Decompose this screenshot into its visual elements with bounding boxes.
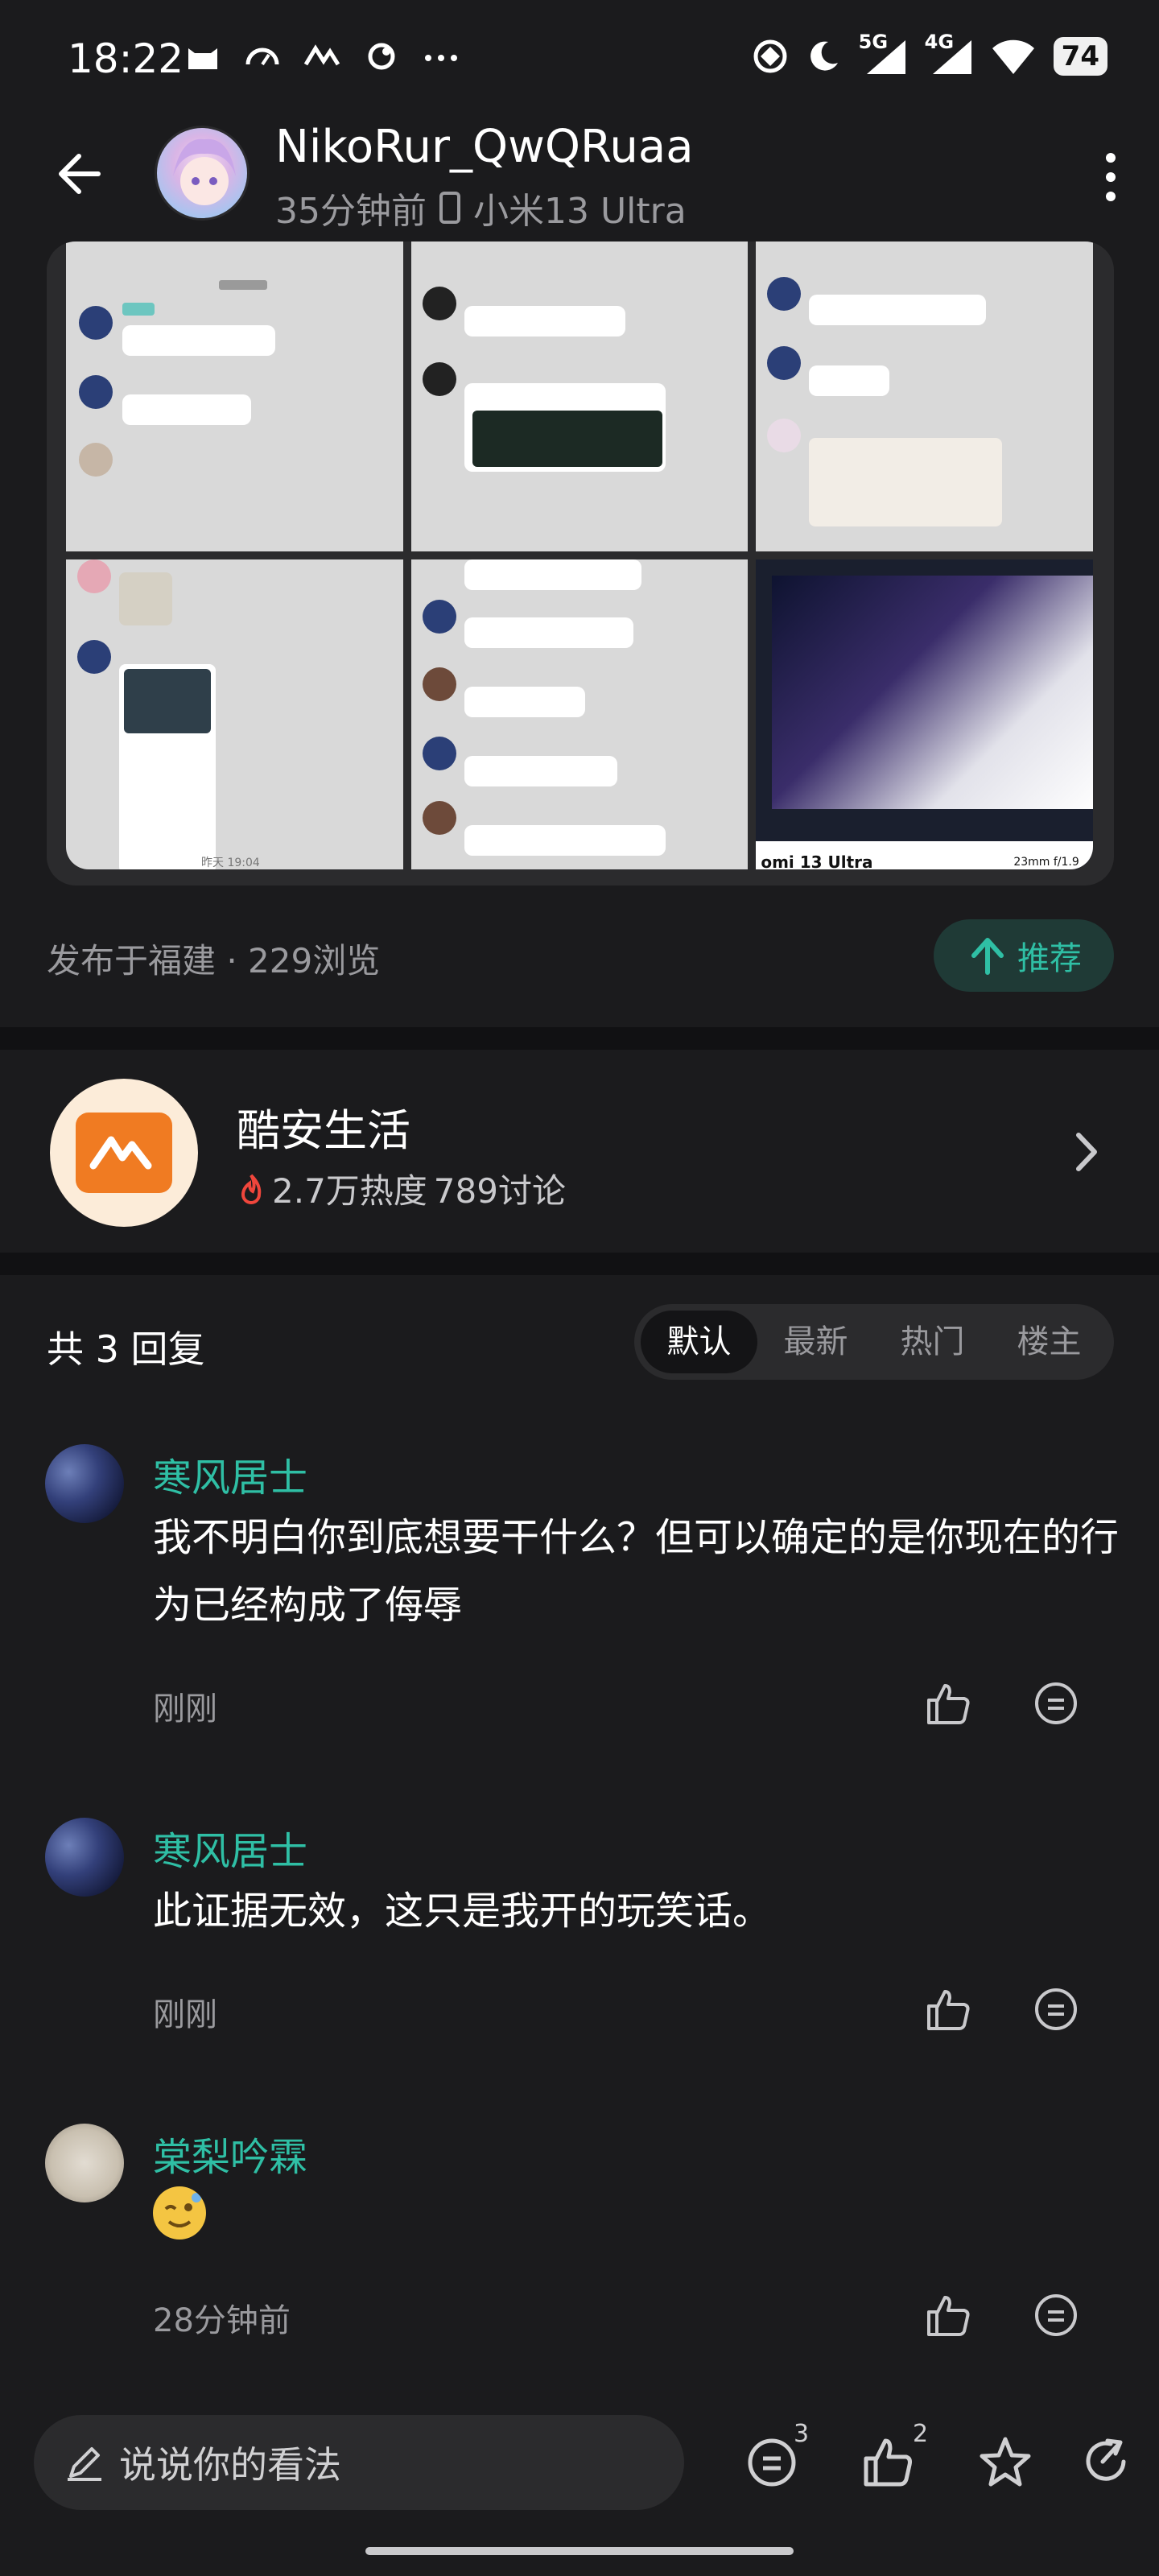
speedometer-icon [245,47,279,66]
more-notifications-icon [425,55,457,61]
wifi-icon [992,39,1034,74]
comment-time: 刚刚 [153,1996,217,2033]
recommend-button[interactable]: 推荐 [934,919,1114,992]
comment-time: 刚刚 [153,1690,217,1728]
wink-emoji-icon [153,2186,206,2240]
section-divider [0,1027,1159,1050]
status-time: 18:22 [68,35,184,82]
more-vert-icon[interactable] [1095,145,1127,209]
coolapk-icon [303,44,340,66]
topic-discussions: 789讨论 [433,1171,566,1211]
topic-name[interactable]: 酷安生活 [237,1095,410,1158]
network-label-1: 5G [858,31,889,53]
user-avatar[interactable] [155,126,250,221]
comment-input[interactable]: 说说你的看法 [34,2415,684,2510]
post-meta: 35分钟前 小米13 Ultra [275,182,687,233]
back-arrow-icon[interactable] [48,142,113,206]
fire-icon [241,1174,262,1204]
comment-author[interactable]: 寒风居士 [153,1819,307,1876]
pencil-icon [68,2447,101,2481]
thumb-up-icon[interactable] [924,2291,972,2339]
vpn-icon [753,39,787,73]
image-gallery: 昨天 19:04 omi 13 Ultra 23mm f/1.9 1/100s … [47,242,1114,886]
posted-ago: 35分钟前 [275,191,427,232]
comment-avatar[interactable] [45,2124,124,2202]
camera-watermark: omi 13 Ultra [761,852,873,869]
username[interactable]: NikoRur_QwQRuaa [275,121,694,173]
coffee-cup-icon [76,1113,172,1193]
recommend-arrow-icon [971,938,1004,975]
gallery-image-3[interactable] [756,242,1093,551]
like-count: 2 [913,2420,929,2448]
section-divider [0,1253,1159,1275]
status-right-icons: 5G 4G 74 [753,31,1107,76]
status-bar: 18:22 5G 4G 74 [0,0,1159,121]
comment-author[interactable]: 棠梨吟霖 [153,2125,307,2182]
comment-icon[interactable] [744,2434,800,2491]
anime-avatar-image [173,138,236,205]
camera-params: 23mm f/1.9 1/100s ISO [1013,856,1079,869]
topic-icon [50,1079,198,1227]
topic-stats: 2.7万热度 789讨论 [237,1164,566,1213]
chevron-right-icon[interactable] [1062,1124,1111,1180]
comment-body: 此证据无效，这只是我开的玩笑话。 [153,1889,772,1934]
comment-avatar[interactable] [45,1444,124,1523]
gallery-4-time: 昨天 19:04 [201,857,260,869]
status-notification-icons [184,40,460,72]
gallery-image-4[interactable]: 昨天 19:04 [66,559,403,869]
comment-input-placeholder: 说说你的看法 [119,2443,341,2487]
comment-icon[interactable] [1032,2291,1080,2339]
sort-tab-default[interactable]: 默认 [641,1311,757,1373]
sort-tab-hot[interactable]: 热门 [874,1311,991,1373]
refresh-app-icon [368,43,395,70]
gallery-image-6[interactable]: omi 13 Ultra 23mm f/1.9 1/100s ISO [756,559,1093,869]
comment-avatar[interactable] [45,1818,124,1897]
comment-body: 我不明白你到底想要干什么？但可以确定的是你现在的行为已经构成了侮辱 [153,1515,1120,1628]
reply-count: 共 3 回复 [47,1327,205,1371]
signal-5g: 5G [859,31,907,76]
gallery-image-1[interactable] [66,242,403,551]
home-indicator[interactable] [365,2547,794,2555]
sort-tab-latest[interactable]: 最新 [757,1311,874,1373]
cat-app-icon [188,48,217,69]
device-name: 小米13 Ultra [473,191,687,232]
comment-author[interactable]: 寒风居士 [153,1446,307,1502]
thumb-up-icon[interactable] [924,1679,972,1728]
network-label-2: 4G [924,31,955,53]
comment-count: 3 [794,2420,810,2448]
gallery-image-2[interactable] [410,242,749,551]
publish-meta: 发布于福建 · 229浏览 [47,941,381,980]
comment-icon[interactable] [1032,1985,1080,2033]
thumb-up-icon[interactable] [924,1985,972,2033]
moon-icon [810,41,838,71]
signal-4g: 4G [925,31,973,76]
recommend-label: 推荐 [1017,940,1082,977]
sort-tab-author[interactable]: 楼主 [991,1311,1107,1373]
battery-level: 74 [1053,37,1107,76]
topic-heat: 2.7万热度 [272,1171,427,1211]
sort-tabs: 默认 最新 热门 楼主 [634,1304,1114,1380]
comment-time: 28分钟前 [153,2302,291,2339]
share-icon[interactable] [1079,2434,1135,2491]
thumb-up-icon[interactable] [860,2434,916,2491]
gallery-image-5[interactable] [410,559,749,869]
comment-icon[interactable] [1032,1679,1080,1728]
star-icon[interactable] [977,2434,1033,2491]
phone-icon [439,192,460,224]
